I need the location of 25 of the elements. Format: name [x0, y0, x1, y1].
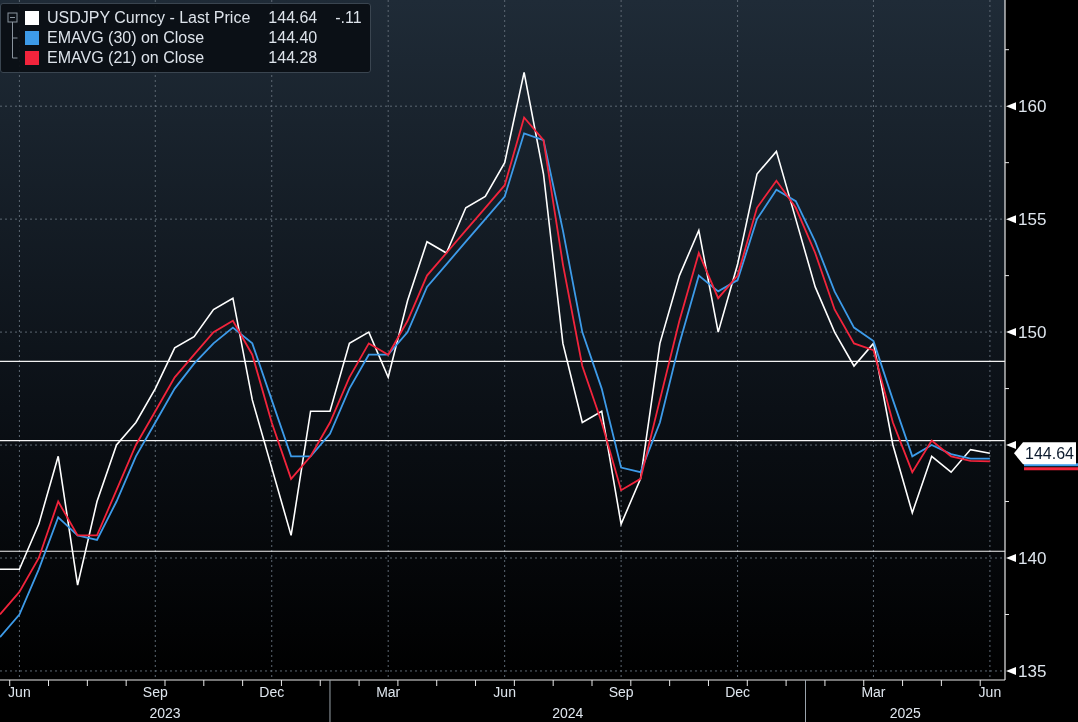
axis-label: Sep — [608, 684, 634, 700]
axis-label: Sep — [142, 684, 168, 700]
axis-label: Jun — [493, 684, 516, 700]
axis-label: Dec — [725, 684, 751, 700]
year-label: 2023 — [149, 705, 181, 721]
legend-value: 144.40 — [267, 28, 318, 48]
axis-label: Dec — [259, 684, 285, 700]
axis-label: 135 — [1018, 661, 1047, 681]
legend-change: -.11 — [334, 8, 362, 28]
legend-label: EMAVG (21) on Close — [47, 48, 206, 68]
axis-label: Mar — [376, 684, 401, 700]
legend-value: 144.28 — [267, 48, 318, 68]
axis-label: Jun — [8, 684, 31, 700]
axis-label: 155 — [1018, 210, 1047, 230]
legend-label: USDJPY Curncy - Last Price — [47, 8, 251, 28]
axis-label: Mar — [861, 684, 886, 700]
year-label: 2025 — [889, 705, 921, 721]
price-tag: 144.64 — [1014, 442, 1076, 465]
axis-label: 160 — [1018, 97, 1047, 117]
legend-value: 144.64 — [267, 8, 318, 28]
axis-label: Jun — [978, 684, 1002, 700]
year-label: 2024 — [552, 705, 584, 721]
axis-label: 150 — [1018, 323, 1047, 343]
legend-label: EMAVG (30) on Close — [47, 28, 206, 48]
axis-label: 140 — [1018, 549, 1047, 568]
